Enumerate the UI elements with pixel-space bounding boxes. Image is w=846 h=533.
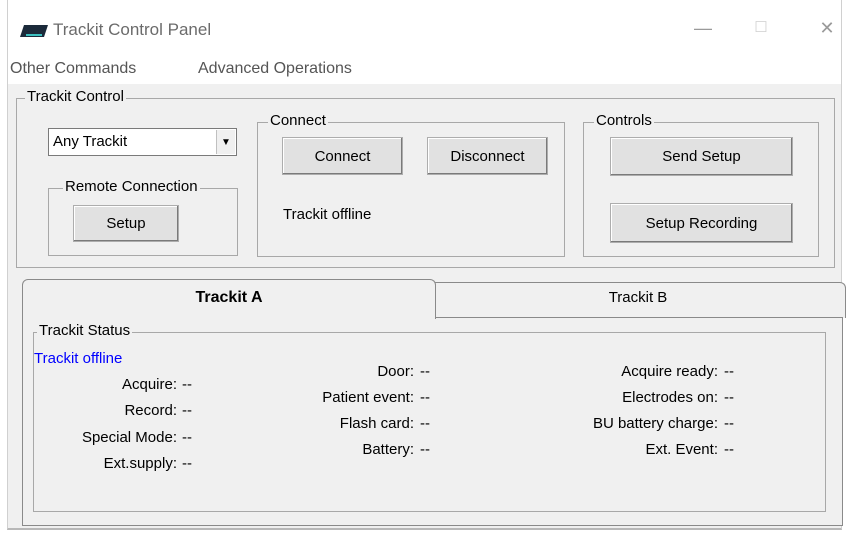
title-bar[interactable]: Trackit Control Panel — ☐ ✕ — [8, 0, 841, 56]
patient-event-value: -- — [420, 389, 430, 406]
close-button[interactable]: ✕ — [812, 18, 842, 39]
minimize-button[interactable]: — — [688, 18, 718, 39]
ext-supply-value: -- — [182, 455, 192, 472]
ext-event-value: -- — [724, 441, 734, 458]
window-title: Trackit Control Panel — [53, 20, 212, 39]
remote-connection-label: Remote Connection — [63, 178, 200, 195]
remote-setup-button[interactable]: Setup — [73, 205, 179, 242]
ext-supply-label: Ext.supply: — [103, 455, 177, 472]
electrodes-on-label: Electrodes on: — [622, 389, 718, 406]
trackit-control-label: Trackit Control — [25, 88, 126, 105]
trackit-a-panel: Trackit Status — [22, 317, 843, 526]
acquire-ready-label: Acquire ready: — [621, 363, 718, 380]
disconnect-button[interactable]: Disconnect — [427, 137, 548, 175]
battery-label: Battery: — [362, 441, 414, 458]
door-value: -- — [420, 363, 430, 380]
controls-label: Controls — [594, 112, 654, 129]
connection-status: Trackit offline — [283, 206, 372, 223]
special-mode-value: -- — [182, 429, 192, 446]
trackit-state: Trackit offline — [34, 350, 123, 367]
tab-trackit-b[interactable]: Trackit B — [430, 282, 846, 318]
acquire-label: Acquire: — [121, 376, 177, 393]
connect-button[interactable]: Connect — [282, 137, 403, 175]
tab-trackit-a[interactable]: Trackit A — [22, 279, 436, 319]
chevron-down-icon[interactable]: ▼ — [216, 130, 235, 154]
maximize-button[interactable]: ☐ — [746, 18, 776, 36]
patient-event-label: Patient event: — [322, 389, 414, 406]
setup-recording-button[interactable]: Setup Recording — [610, 203, 793, 243]
special-mode-label: Special Mode: — [81, 429, 177, 446]
trackit-device-select-value: Any Trackit — [53, 133, 128, 150]
bu-battery-charge-label: BU battery charge: — [592, 415, 718, 432]
electrodes-on-value: -- — [724, 389, 734, 406]
menu-advanced-operations[interactable]: Advanced Operations — [198, 60, 352, 78]
trackit-control-panel-window: Trackit Control Panel — ☐ ✕ Other Comman… — [7, 0, 846, 530]
menu-other-commands[interactable]: Other Commands — [10, 60, 136, 78]
record-value: -- — [182, 402, 192, 419]
battery-value: -- — [420, 441, 430, 458]
flash-card-label: Flash card: — [339, 415, 414, 432]
connect-label: Connect — [268, 112, 328, 129]
menu-bar: Other Commands Advanced Operations — [8, 56, 841, 84]
send-setup-button[interactable]: Send Setup — [610, 137, 793, 176]
trackit-status-label: Trackit Status — [37, 322, 133, 339]
trackit-device-select[interactable]: Any Trackit ▼ — [48, 128, 237, 156]
bu-battery-charge-value: -- — [724, 415, 734, 432]
record-label: Record: — [124, 402, 177, 419]
acquire-value: -- — [182, 376, 192, 393]
trackit-device-icon — [20, 25, 48, 37]
door-label: Door: — [377, 363, 414, 380]
acquire-ready-value: -- — [724, 363, 734, 380]
flash-card-value: -- — [420, 415, 430, 432]
ext-event-label: Ext. Event: — [645, 441, 718, 458]
